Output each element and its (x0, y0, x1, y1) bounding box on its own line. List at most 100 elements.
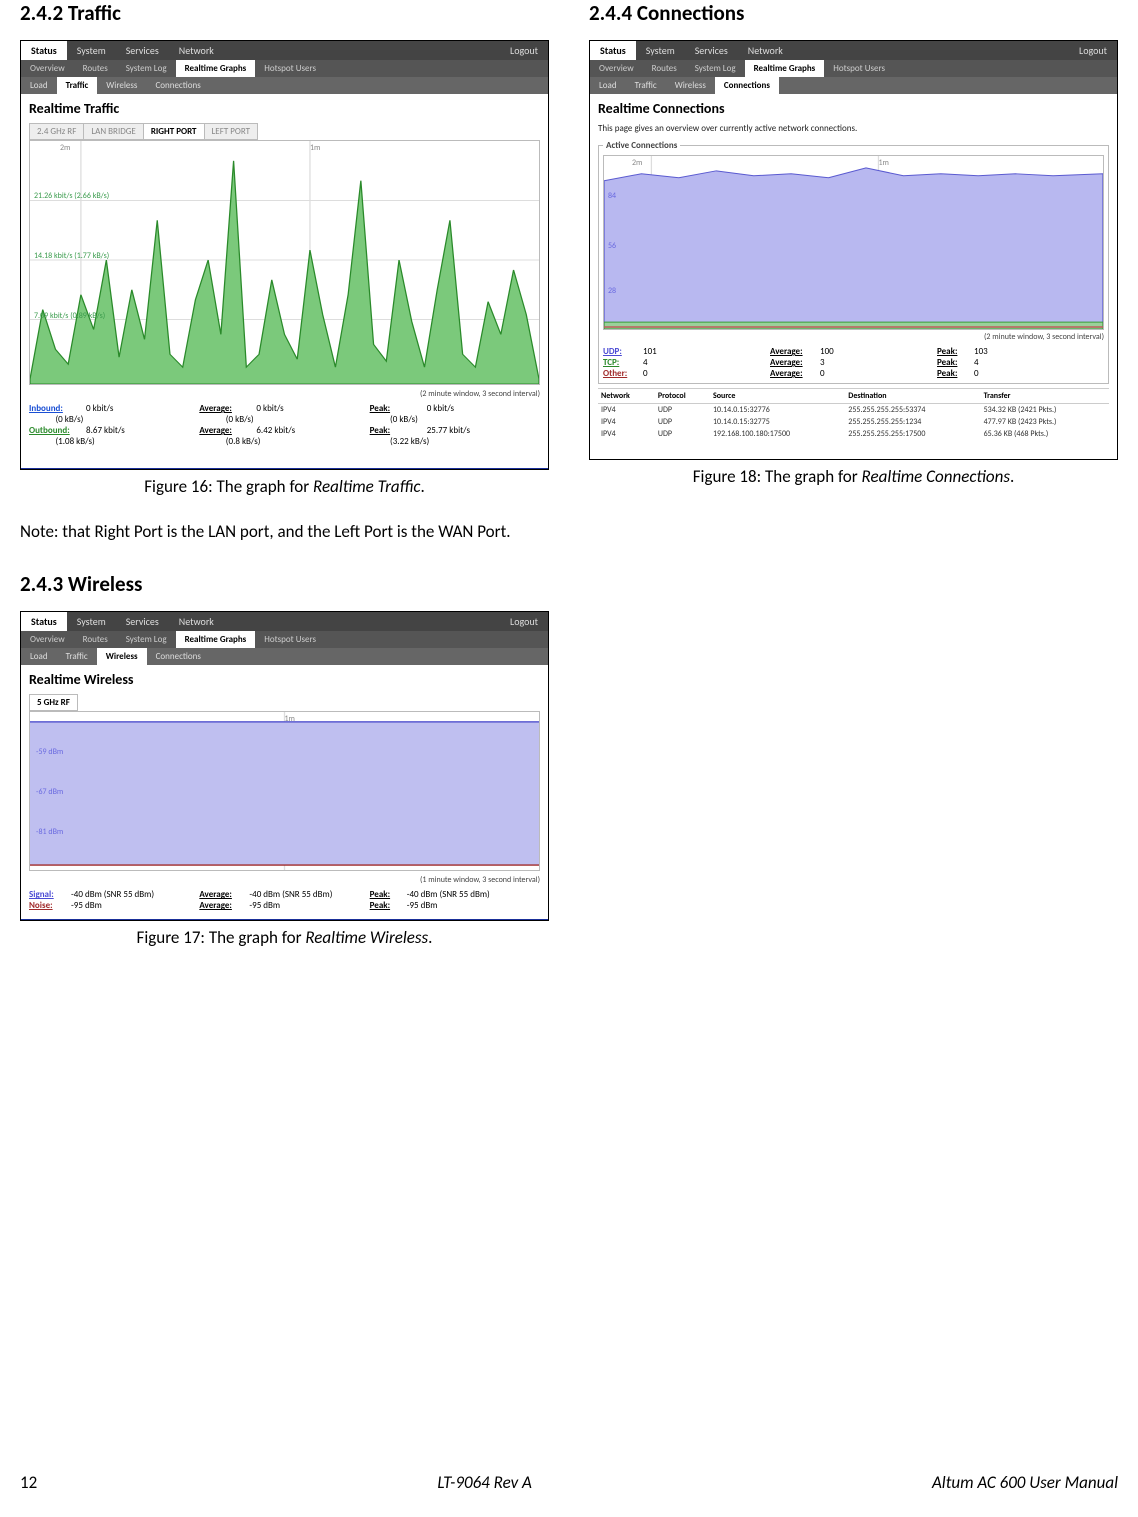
th-destination: Destination (845, 389, 980, 404)
tab-wireless-3[interactable]: Wireless (666, 77, 715, 94)
menu-services-2[interactable]: Services (116, 612, 169, 631)
sub-system-log-2[interactable]: System Log (117, 631, 176, 648)
menu-logout-3[interactable]: Logout (1069, 41, 1117, 60)
figure-16-screenshot: Status System Services Network Logout Ov… (20, 40, 549, 470)
footer-right: Altum AC 600 User Manual (932, 1472, 1118, 1493)
heading-wireless: 2.4.3 Wireless (20, 571, 549, 597)
tab-load[interactable]: Load (21, 77, 57, 94)
sub-hotspot-users[interactable]: Hotspot Users (255, 60, 325, 77)
avg-in-kb: (0 kB/s) (226, 414, 254, 425)
port-tabs: 2.4 GHz RF LAN BRIDGE RIGHT PORT LEFT PO… (21, 123, 548, 140)
y-label-84: 84 (608, 191, 616, 201)
sub-realtime-graphs-2[interactable]: Realtime Graphs (176, 631, 256, 648)
menu-services-3[interactable]: Services (685, 41, 738, 60)
tab-wireless[interactable]: Wireless (97, 77, 146, 94)
sub-realtime-graphs[interactable]: Realtime Graphs (176, 60, 256, 77)
peak-out: 25.77 kbit/s (427, 425, 470, 436)
other-label: Other: (603, 368, 641, 379)
menu-logout-2[interactable]: Logout (500, 612, 548, 631)
udp-value: 101 (643, 346, 657, 357)
sub-routes-3[interactable]: Routes (643, 60, 686, 77)
inbound-label: Inbound: (29, 403, 84, 414)
port-tab-24ghz[interactable]: 2.4 GHz RF (29, 123, 84, 140)
menu-network-3[interactable]: Network (738, 41, 793, 60)
peak-label-2: Peak: (370, 425, 425, 436)
menu-system-2[interactable]: System (67, 612, 116, 631)
sub-realtime-graphs-3[interactable]: Realtime Graphs (745, 60, 825, 77)
tab-traffic-3[interactable]: Traffic (626, 77, 666, 94)
peak-udp-label: Peak: (937, 346, 972, 357)
top-menu: Status System Services Network Logout (21, 41, 548, 60)
sub-hotspot-users-3[interactable]: Hotspot Users (824, 60, 894, 77)
sub-overview-3[interactable]: Overview (590, 60, 643, 77)
time-label-1m-c: 1m (878, 158, 888, 168)
connections-table: Network Protocol Source Destination Tran… (598, 388, 1109, 440)
peak-other: 0 (974, 368, 979, 379)
tab-connections[interactable]: Connections (146, 77, 209, 94)
top-menu-3: Status System Services Network Logout (590, 41, 1117, 60)
port-tab-right[interactable]: RIGHT PORT (143, 123, 205, 140)
wireless-stats: Signal: -40 dBm (SNR 55 dBm) Noise: -95 … (21, 887, 548, 917)
y-label-14: 14.18 kbit/s (1.77 kB/s) (34, 251, 109, 261)
tab-traffic-2[interactable]: Traffic (57, 648, 97, 665)
inbound-value: 0 kbit/s (86, 403, 113, 414)
menu-services[interactable]: Services (116, 41, 169, 60)
peak-sig: -40 dBm (SNR 55 dBm) (407, 889, 490, 900)
peak-tcp-label: Peak: (937, 357, 972, 368)
footer-center: LT-9064 Rev A (437, 1472, 532, 1493)
peak-noise-label: Peak: (370, 900, 405, 911)
rf-tab-5ghz[interactable]: 5 GHz RF (29, 694, 78, 711)
sub-routes-2[interactable]: Routes (74, 631, 117, 648)
th-source: Source (710, 389, 845, 404)
active-connections-fieldset: Active Connections 2m 1m 84 56 28 (598, 140, 1109, 384)
page-footer: 12 LT-9064 Rev A Altum AC 600 User Manua… (20, 1472, 1118, 1493)
heading-connections: 2.4.4 Connections (589, 0, 1118, 26)
menu-status[interactable]: Status (21, 41, 67, 60)
tab-load-3[interactable]: Load (590, 77, 626, 94)
sub-system-log-3[interactable]: System Log (686, 60, 745, 77)
tab-connections-2[interactable]: Connections (147, 648, 210, 665)
connections-window-note: (2 minute window, 3 second interval) (603, 330, 1104, 344)
tab-traffic[interactable]: Traffic (57, 77, 98, 94)
sub-overview-2[interactable]: Overview (21, 631, 74, 648)
menu-network-2[interactable]: Network (169, 612, 224, 631)
tab-load-2[interactable]: Load (21, 648, 57, 665)
time-label-2m: 2m (60, 143, 70, 153)
sub-overview[interactable]: Overview (21, 60, 74, 77)
menu-logout[interactable]: Logout (500, 41, 548, 60)
menu-status-3[interactable]: Status (590, 41, 636, 60)
time-label-1m-w: 1m (285, 714, 295, 724)
tcp-value: 4 (643, 357, 648, 368)
peak-tcp: 4 (974, 357, 979, 368)
peak-label-1: Peak: (370, 403, 425, 414)
sub-routes[interactable]: Routes (74, 60, 117, 77)
connections-chart: 2m 1m 84 56 28 (603, 155, 1104, 330)
menu-network[interactable]: Network (169, 41, 224, 60)
table-row: IPV4UDP10.14.0.15:32775255.255.255.255:1… (598, 416, 1109, 428)
port-tab-left[interactable]: LEFT PORT (204, 123, 259, 140)
sub-system-log[interactable]: System Log (117, 60, 176, 77)
figure-18-caption: Figure 18: The graph for Realtime Connec… (589, 466, 1118, 487)
traffic-chart: 2m 1m 21.26 kbit/s (2.66 kB/s) 14.18 kbi… (29, 140, 540, 385)
graph-type-menu-3: Load Traffic Wireless Connections (590, 77, 1117, 94)
y-label-67: -67 dBm (36, 787, 63, 797)
inbound-kb: (0 kB/s) (55, 414, 83, 425)
port-note: Note: that Right Port is the LAN port, a… (20, 521, 549, 543)
wireless-chart: 1m -59 dBm -67 dBm -81 dBm (29, 711, 540, 871)
figure-17-screenshot: Status System Services Network Logout Ov… (20, 611, 549, 921)
port-tab-lan-bridge[interactable]: LAN BRIDGE (83, 123, 144, 140)
traffic-window-note: (2 minute window, 3 second interval) (21, 387, 548, 401)
menu-system[interactable]: System (67, 41, 116, 60)
tab-wireless-2[interactable]: Wireless (97, 648, 147, 665)
sub-hotspot-users-2[interactable]: Hotspot Users (255, 631, 325, 648)
avg-out: 6.42 kbit/s (256, 425, 295, 436)
noise-value: -95 dBm (71, 900, 102, 911)
tab-connections-3[interactable]: Connections (715, 77, 779, 94)
panel-title-connections: Realtime Connections (590, 94, 1117, 123)
table-row: IPV4UDP10.14.0.15:32776255.255.255.255:5… (598, 404, 1109, 417)
menu-system-3[interactable]: System (636, 41, 685, 60)
menu-status-2[interactable]: Status (21, 612, 67, 631)
panel-subtitle-connections: This page gives an overview over current… (590, 123, 1117, 138)
th-protocol: Protocol (655, 389, 710, 404)
wireless-window-note: (1 minute window, 3 second interval) (21, 873, 548, 887)
